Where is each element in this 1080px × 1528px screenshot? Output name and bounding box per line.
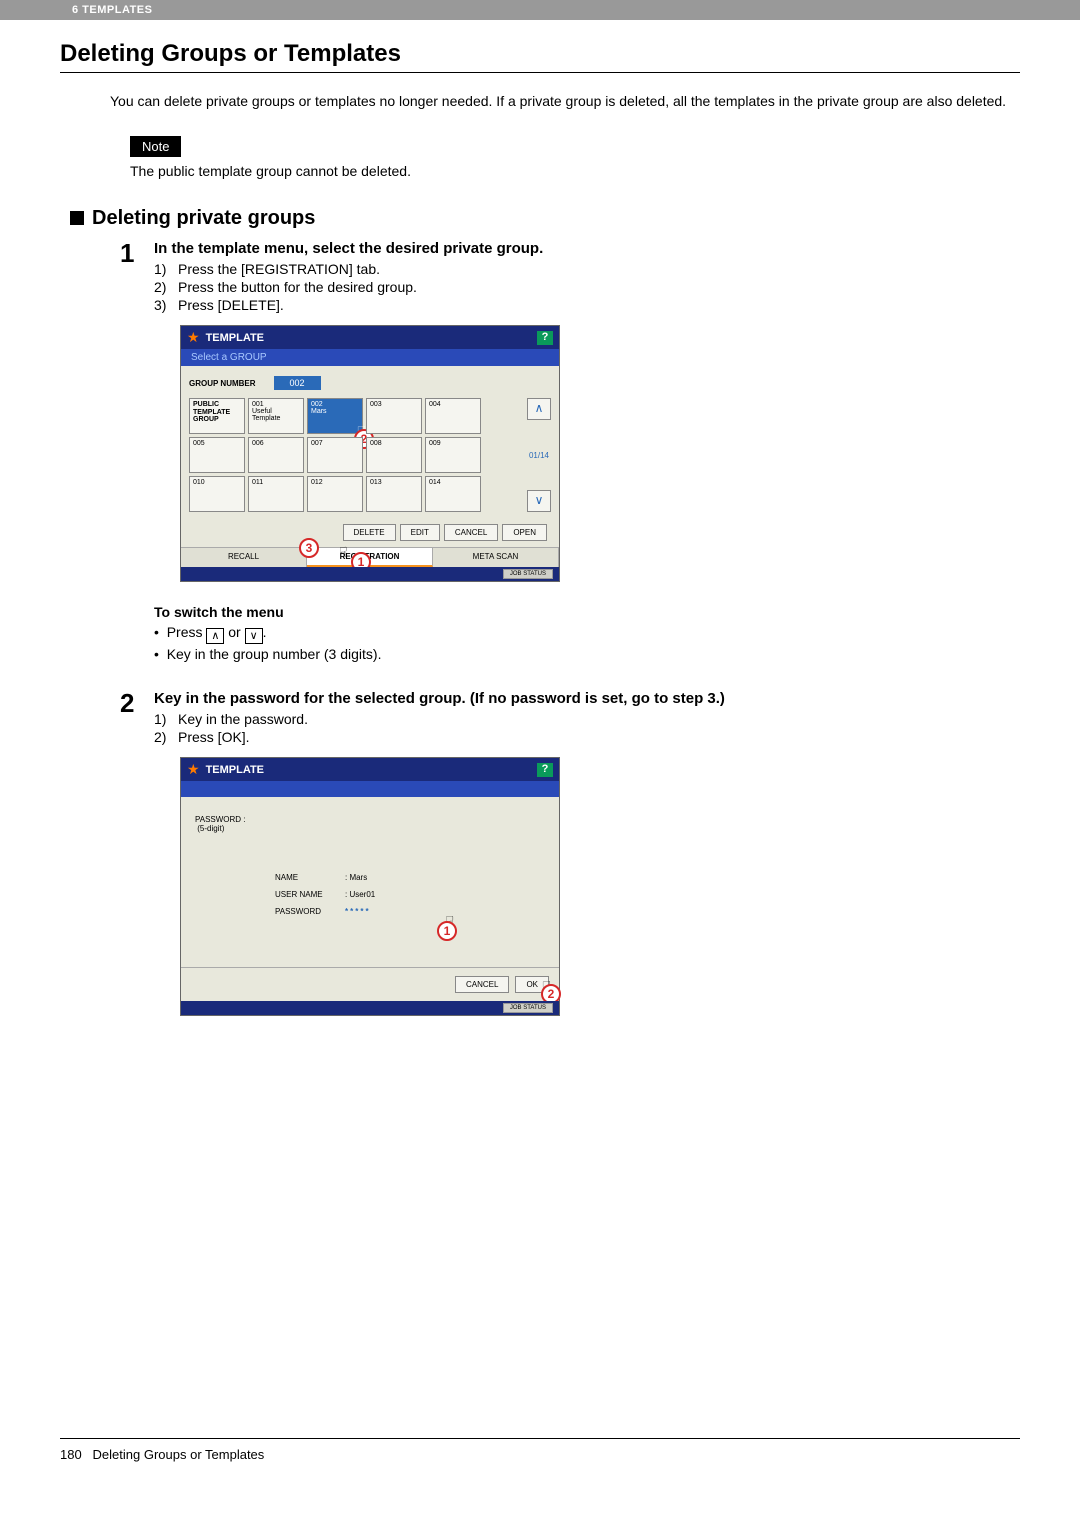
callout-3: 3: [299, 538, 319, 558]
step-1: 1 In the template menu, select the desir…: [120, 240, 1020, 315]
cell-010[interactable]: 010: [189, 476, 245, 512]
step-1-title: In the template menu, select the desired…: [154, 240, 1020, 257]
step-number: 1: [120, 240, 154, 315]
switch-menu-title: To switch the menu: [154, 604, 1020, 620]
note-text: The public template group cannot be dele…: [130, 163, 1020, 179]
page-header: 6 TEMPLATES: [0, 0, 1080, 20]
page-indicator: 01/14: [527, 451, 551, 460]
step-2: 2 Key in the password for the selected g…: [120, 690, 1020, 747]
tab-recall[interactable]: RECALL: [181, 548, 307, 567]
mfp-sub-blank: [181, 781, 559, 797]
mfp-subtitle: Select a GROUP: [181, 349, 559, 366]
username-key: USER NAME: [275, 890, 345, 899]
cell-003[interactable]: 003: [366, 398, 422, 434]
step-number: 2: [120, 690, 154, 747]
cancel-button[interactable]: CANCEL: [444, 524, 498, 541]
name-key: NAME: [275, 873, 345, 882]
footer-title: Deleting Groups or Templates: [93, 1447, 265, 1462]
callout-1: 1: [437, 921, 457, 941]
mfp-titlebar: ★ TEMPLATE ?: [181, 758, 559, 781]
cell-013[interactable]: 013: [366, 476, 422, 512]
cell-011[interactable]: 011: [248, 476, 304, 512]
password-key: PASSWORD: [275, 907, 345, 916]
chapter-label: 6 TEMPLATES: [72, 4, 152, 16]
public-template-cell[interactable]: PUBLIC TEMPLATE GROUP: [189, 398, 245, 434]
cell-002[interactable]: 002Mars ☟ 2: [307, 398, 363, 434]
group-number-value[interactable]: 002: [274, 376, 321, 390]
section-heading-text: Deleting private groups: [92, 207, 315, 229]
help-icon[interactable]: ?: [537, 763, 553, 777]
down-key-icon: ∨: [245, 628, 263, 644]
password-field[interactable]: *****: [345, 907, 371, 916]
cell-007[interactable]: 007: [307, 437, 363, 473]
page-footer: 180 Deleting Groups or Templates: [0, 1438, 1080, 1462]
template-grid: PUBLIC TEMPLATE GROUP 001Useful Template…: [189, 398, 521, 512]
scroll-down-button[interactable]: ∨: [527, 490, 551, 512]
step-2-title: Key in the password for the selected gro…: [154, 690, 1020, 707]
cell-012[interactable]: 012: [307, 476, 363, 512]
star-icon: ★: [187, 329, 200, 346]
cell-008[interactable]: 008: [366, 437, 422, 473]
cell-001[interactable]: 001Useful Template: [248, 398, 304, 434]
cell-006[interactable]: 006: [248, 437, 304, 473]
tab-metascan[interactable]: META SCAN: [433, 548, 559, 567]
step-1-sub-1: 1)Press the [REGISTRATION] tab.: [154, 261, 1020, 277]
cell-014[interactable]: 014: [425, 476, 481, 512]
step-1-sub-3: 3)Press [DELETE].: [154, 297, 1020, 313]
star-icon: ★: [187, 761, 200, 778]
job-status-button[interactable]: JOB STATUS: [503, 1003, 553, 1013]
cell-004[interactable]: 004: [425, 398, 481, 434]
group-number-label: GROUP NUMBER: [189, 379, 256, 388]
switch-bullet-1: • Press ∧ or ∨.: [154, 624, 1020, 644]
square-bullet-icon: [70, 211, 84, 225]
mfp-titlebar: ★ TEMPLATE ?: [181, 326, 559, 349]
up-key-icon: ∧: [206, 628, 224, 644]
delete-button[interactable]: DELETE: [343, 524, 396, 541]
edit-button[interactable]: EDIT: [400, 524, 440, 541]
pointer-icon: ☟: [339, 544, 348, 561]
page-title: Deleting Groups or Templates: [60, 40, 1020, 68]
step-1-sub-2: 2)Press the button for the desired group…: [154, 279, 1020, 295]
tab-row: RECALL REGISTRATION META SCAN 3 ☟ 1: [181, 547, 559, 567]
open-button[interactable]: OPEN: [502, 524, 547, 541]
intro-paragraph: You can delete private groups or templat…: [110, 91, 1020, 112]
username-val: : User01: [345, 890, 375, 899]
page-number: 180: [60, 1447, 82, 1462]
title-rule: [60, 72, 1020, 73]
screenshot-template-menu: ★ TEMPLATE ? Select a GROUP GROUP NUMBER…: [180, 325, 1020, 582]
cell-009[interactable]: 009: [425, 437, 481, 473]
step-2-sub-2: 2)Press [OK].: [154, 729, 1020, 745]
mfp-title: TEMPLATE: [206, 764, 537, 776]
step-2-sub-1: 1)Key in the password.: [154, 711, 1020, 727]
name-val: : Mars: [345, 873, 367, 882]
help-icon[interactable]: ?: [537, 331, 553, 345]
note-badge: Note: [130, 136, 181, 157]
cell-005[interactable]: 005: [189, 437, 245, 473]
switch-bullet-2: • Key in the group number (3 digits).: [154, 646, 1020, 662]
screenshot-password: ★ TEMPLATE ? PASSWORD : (5-digit) NAME: …: [180, 757, 1020, 1016]
password-prompt: PASSWORD : (5-digit): [195, 815, 545, 833]
scroll-up-button[interactable]: ∧: [527, 398, 551, 420]
mfp-title: TEMPLATE: [206, 332, 537, 344]
job-status-button[interactable]: JOB STATUS: [503, 569, 553, 579]
section-heading: Deleting private groups: [70, 207, 1020, 230]
cancel-button[interactable]: CANCEL: [455, 976, 509, 993]
